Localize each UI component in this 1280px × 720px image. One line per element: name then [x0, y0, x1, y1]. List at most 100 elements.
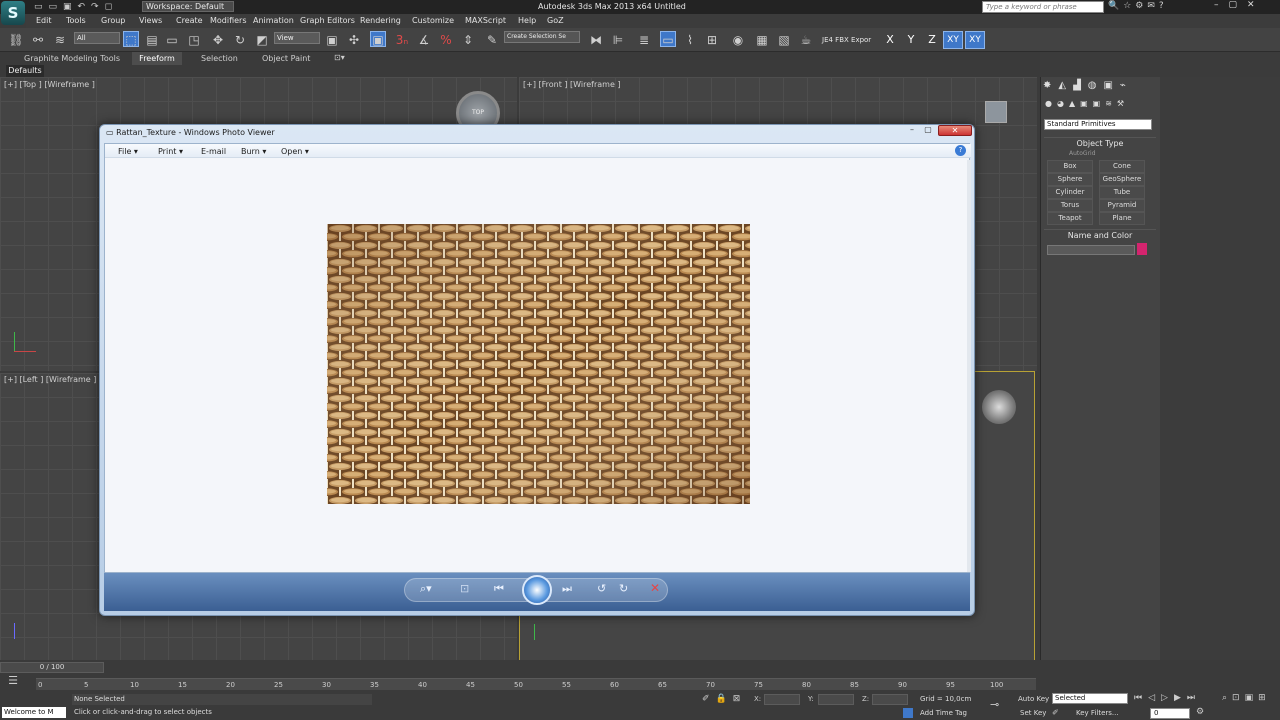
scale-icon[interactable]: ◩: [254, 32, 270, 48]
pivot-center-icon[interactable]: ▣: [324, 32, 340, 48]
name-color-rollout[interactable]: Name and Color: [1044, 229, 1156, 242]
actual-size-icon[interactable]: ⊡: [460, 582, 469, 595]
ribbon-toggle-icon[interactable]: ▭: [660, 31, 676, 47]
percent-snap-icon[interactable]: %: [438, 32, 454, 48]
material-editor-icon[interactable]: ◉: [730, 32, 746, 48]
key-selection-dropdown[interactable]: Selected: [1052, 693, 1128, 704]
plane-button[interactable]: Plane: [1099, 212, 1145, 225]
time-slider[interactable]: 0 / 100: [0, 662, 104, 673]
align-icon[interactable]: ⊫: [610, 32, 626, 48]
viewcube-perspective-icon[interactable]: [982, 390, 1016, 424]
lock-selection-icons[interactable]: ✐🔒⊠: [702, 694, 758, 704]
ribbon-tab-freeform[interactable]: Freeform: [132, 52, 182, 65]
pyramid-button[interactable]: Pyramid: [1099, 199, 1145, 212]
angle-snap-icon[interactable]: ∡: [416, 32, 432, 48]
move-icon[interactable]: ✥: [210, 32, 226, 48]
x-coordinate-field[interactable]: [764, 694, 800, 705]
cone-button[interactable]: Cone: [1099, 160, 1145, 173]
rotate-ccw-icon[interactable]: ↺: [597, 582, 606, 595]
render-setup-icon[interactable]: ▦: [754, 32, 770, 48]
link-icon[interactable]: ⛓: [8, 32, 24, 48]
current-frame-field[interactable]: 0: [1150, 708, 1190, 719]
menu-modifiers[interactable]: Modifiers: [210, 16, 247, 25]
reference-coordinate-dropdown[interactable]: View: [274, 32, 320, 44]
menu-customize[interactable]: Customize: [412, 16, 454, 25]
select-manipulate-icon[interactable]: ✣: [346, 32, 362, 48]
menu-graph-editors[interactable]: Graph Editors: [300, 16, 355, 25]
auto-key-button[interactable]: Auto Key: [1018, 695, 1049, 703]
rotate-cw-icon[interactable]: ↻: [619, 582, 628, 595]
ribbon-tab-selection[interactable]: Selection: [201, 54, 238, 63]
layer-manager-icon[interactable]: ≣: [636, 32, 652, 48]
viewcube-front-icon[interactable]: [985, 101, 1007, 123]
set-key-icon[interactable]: ✐: [1052, 708, 1068, 717]
menu-tools[interactable]: Tools: [66, 16, 86, 25]
rendered-frame-window-icon[interactable]: ▧: [776, 32, 792, 48]
curve-editor-icon[interactable]: ⌇: [682, 32, 698, 48]
menu-print[interactable]: Print ▾: [158, 147, 183, 156]
sphere-button[interactable]: Sphere: [1047, 173, 1093, 186]
menu-animation[interactable]: Animation: [253, 16, 294, 25]
menu-burn[interactable]: Burn ▾: [241, 147, 266, 156]
cylinder-button[interactable]: Cylinder: [1047, 186, 1093, 199]
axis-x-button[interactable]: X: [882, 32, 898, 48]
fbx-export-button[interactable]: JE4 FBX Expor: [822, 32, 882, 48]
time-tag-icon[interactable]: [903, 708, 913, 718]
previous-icon[interactable]: ⏮: [494, 582, 504, 596]
object-name-field[interactable]: [1047, 245, 1135, 255]
key-mode-icon[interactable]: ⊸: [990, 698, 999, 711]
curve-editor-mini-icon[interactable]: ☰: [4, 674, 22, 692]
bind-space-warp-icon[interactable]: ≋: [52, 32, 68, 48]
key-filters-button[interactable]: Key Filters...: [1076, 709, 1119, 717]
ribbon-tab-graphite[interactable]: Graphite Modeling Tools: [24, 54, 120, 63]
app-logo-icon[interactable]: S: [1, 1, 25, 25]
viewport-nav-icons[interactable]: ⌕⊡▣⊞: [1222, 693, 1278, 703]
menu-create[interactable]: Create: [176, 16, 203, 25]
tube-button[interactable]: Tube: [1099, 186, 1145, 199]
select-by-name-icon[interactable]: ▤: [144, 32, 160, 48]
menu-group[interactable]: Group: [101, 16, 125, 25]
object-type-rollout[interactable]: Object Type: [1044, 137, 1156, 150]
render-production-icon[interactable]: ☕: [798, 32, 814, 48]
selection-filter-dropdown[interactable]: All: [74, 32, 120, 44]
menu-edit[interactable]: Edit: [36, 16, 52, 25]
named-selection-dropdown[interactable]: Create Selection Se: [504, 31, 580, 43]
rotate-icon[interactable]: ↻: [232, 32, 248, 48]
autogrid-checkbox[interactable]: AutoGrid: [1069, 150, 1129, 157]
z-coordinate-field[interactable]: [872, 694, 908, 705]
menu-email[interactable]: E-mail: [201, 147, 226, 156]
zoom-icon[interactable]: ⌕▾: [420, 582, 432, 596]
next-icon[interactable]: ⏭: [562, 582, 572, 596]
ribbon-tab-object-paint[interactable]: Object Paint: [262, 54, 310, 63]
time-config-icon[interactable]: ⚙: [1196, 707, 1216, 717]
viewport-left-label[interactable]: [+] [Left ] [Wireframe ]: [4, 375, 96, 384]
spinner-snap-icon[interactable]: ⇕: [460, 32, 476, 48]
menu-rendering[interactable]: Rendering: [360, 16, 401, 25]
minimize-icon[interactable]: –: [906, 125, 918, 134]
menu-open[interactable]: Open ▾: [281, 147, 309, 156]
info-center-icons[interactable]: 🔍☆⚙✉?: [1108, 1, 1192, 11]
timeline-track[interactable]: 0 5 10 15 20 25 30 35 40 45 50 55 60 65 …: [36, 678, 1036, 690]
schematic-view-icon[interactable]: ⊞: [704, 32, 720, 48]
snaps-toggle-icon[interactable]: 3ₙ: [394, 32, 410, 48]
primitive-type-dropdown[interactable]: Standard Primitives: [1044, 119, 1152, 130]
menu-help[interactable]: Help: [518, 16, 536, 25]
rectangular-selection-icon[interactable]: ▭: [164, 32, 180, 48]
set-key-button[interactable]: Set Key: [1020, 709, 1046, 717]
axis-y-button[interactable]: Y: [903, 32, 919, 48]
axis-xy-button[interactable]: XY: [943, 31, 963, 49]
menu-file[interactable]: File ▾: [118, 147, 138, 156]
photo-viewer-scrollbar[interactable]: [967, 160, 971, 572]
viewport-top-label[interactable]: [+] [Top ] [Wireframe ]: [4, 80, 95, 89]
ribbon-defaults-tab[interactable]: Defaults: [6, 65, 44, 77]
box-button[interactable]: Box: [1047, 160, 1093, 173]
add-time-tag[interactable]: Add Time Tag: [920, 709, 967, 717]
object-color-swatch[interactable]: [1137, 243, 1147, 255]
command-panel-tabs[interactable]: ✸◭▟◍▣⌁: [1043, 80, 1157, 94]
slideshow-icon[interactable]: [522, 575, 552, 605]
geosphere-button[interactable]: GeoSphere: [1099, 173, 1145, 186]
y-coordinate-field[interactable]: [818, 694, 854, 705]
keyboard-shortcut-override-icon[interactable]: ▣: [370, 31, 386, 47]
workspace-dropdown[interactable]: Workspace: Default: [142, 1, 234, 12]
menu-views[interactable]: Views: [139, 16, 162, 25]
